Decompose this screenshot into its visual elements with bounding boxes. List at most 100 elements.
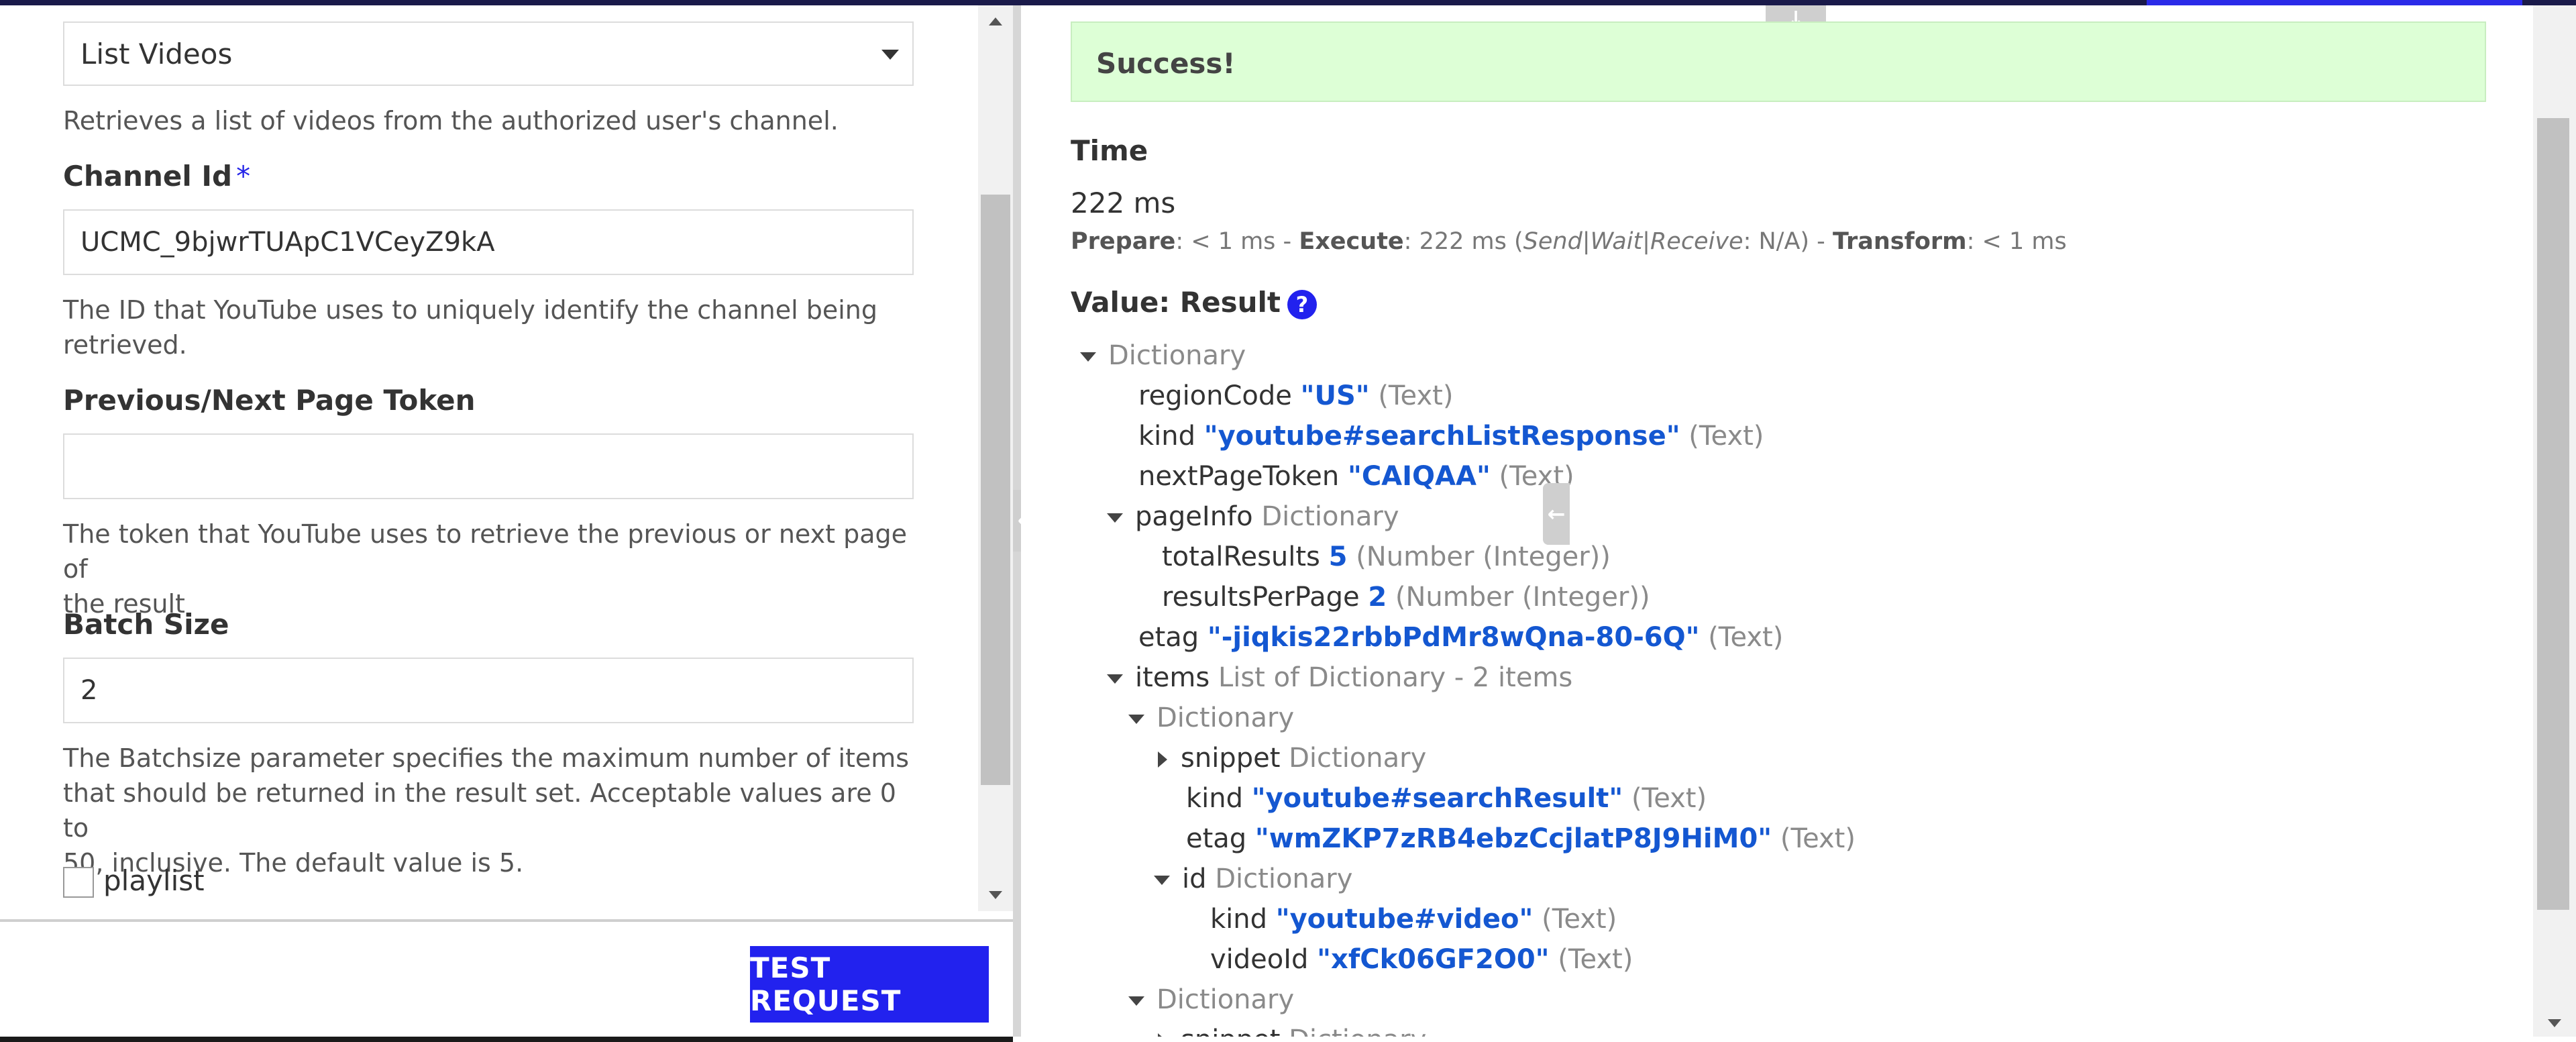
scroll-down-icon[interactable] [989,891,1002,899]
tree-row-item1-etag: etag "wmZKP7zRB4ebzCcjlatP8J9HiM0" (Text… [1186,821,1856,856]
value-result-label: Value: Result [1071,286,1281,319]
tree-row-items[interactable]: items List of Dictionary - 2 items [1107,660,1572,695]
time-label: Time [1071,134,1148,167]
tree-row-resultsperpage: resultsPerPage 2 (Number (Integer)) [1162,580,1650,615]
request-footer: TEST REQUEST [0,919,1013,1039]
tree-row-videoid: videoId "xfCk06GF2O0" (Text) [1210,942,1633,977]
tree-key: nextPageToken [1138,461,1340,492]
help-icon[interactable]: ? [1287,289,1317,319]
time-value: 222 ms [1071,187,1176,219]
execute-label: Execute [1299,228,1404,255]
batch-size-value: 2 [80,675,98,706]
scroll-down-icon[interactable] [2548,1019,2561,1027]
tree-key: etag [1138,622,1199,653]
prepare-label: Prepare [1071,228,1176,255]
operation-description: Retrieves a list of videos from the auth… [63,106,839,136]
tree-value: "wmZKP7zRB4ebzCcjlatP8J9HiM0" [1254,823,1772,854]
test-request-button[interactable]: TEST REQUEST [750,946,989,1023]
tree-row-pageinfo[interactable]: pageInfo Dictionary [1107,499,1399,534]
scroll-up-icon[interactable] [989,17,1002,25]
transform-label: Transform [1832,228,1967,255]
tree-key: kind [1186,783,1244,814]
channel-id-input[interactable]: UCMC_9bjwrTUApC1VCeyZ9kA [63,209,914,275]
tree-key: items [1135,662,1210,693]
tree-row-regioncode: regionCode "US" (Text) [1138,378,1453,413]
tree-type: List of Dictionary - 2 items [1218,662,1573,693]
page-token-input[interactable] [63,433,914,499]
tree-key: resultsPerPage [1162,582,1360,613]
tree-key: kind [1210,904,1268,935]
arrow-left-icon[interactable]: ← [1543,483,1570,545]
tree-type: Dictionary [1157,702,1295,733]
tree-row-item2[interactable]: Dictionary [1128,982,1294,1017]
channel-id-help-line1: The ID that YouTube uses to uniquely ide… [63,295,877,325]
tree-value: "-jiqkis22rbbPdMr8wQna-80-6Q" [1207,622,1700,653]
tree-row-totalresults: totalResults 5 (Number (Integer)) [1162,539,1611,574]
batch-size-help-line2: that should be returned in the result se… [63,778,896,843]
right-scrollbar[interactable] [2533,5,2576,1037]
caret-down-icon[interactable] [1107,513,1123,523]
tree-value: "US" [1300,380,1370,411]
operation-select[interactable]: List Videos [63,21,914,86]
channel-id-help: The ID that YouTube uses to uniquely ide… [63,293,914,362]
caret-down-icon[interactable] [1154,876,1170,885]
right-scrollbar-thumb[interactable] [2537,118,2569,910]
tree-key: pageInfo [1135,501,1253,532]
caret-right-icon[interactable] [1158,1033,1167,1037]
left-scrollbar[interactable] [978,5,1013,911]
top-accent-bar [0,0,2576,5]
request-config-panel: List Videos Retrieves a list of videos f… [0,5,1013,1042]
caret-down-icon[interactable] [1080,352,1096,362]
swr-value: : N/A) - [1743,228,1833,255]
caret-down-icon[interactable] [1128,715,1144,724]
required-asterisk: * [236,160,251,193]
tree-value: "youtube#searchResult" [1251,783,1623,814]
page-token-help-line1: The token that YouTube uses to retrieve … [63,519,907,584]
tree-root[interactable]: Dictionary [1080,338,1246,373]
success-text: Success! [1096,47,1236,80]
batch-size-label: Batch Size [63,608,229,641]
bottom-edge [0,1037,1013,1042]
tree-value: "CAIQAA" [1347,461,1491,492]
tree-type: (Text) [1708,622,1784,653]
tree-type: (Text) [1558,944,1633,975]
operation-select-value: List Videos [80,38,233,70]
tree-value: "youtube#video" [1275,904,1534,935]
caret-down-icon[interactable] [1128,996,1144,1006]
tree-value: "youtube#searchListResponse" [1203,421,1680,452]
tree-row-id[interactable]: id Dictionary [1154,862,1352,896]
tree-value: 2 [1368,582,1387,613]
tree-row-snippet[interactable]: snippet Dictionary [1158,741,1426,776]
channel-id-value: UCMC_9bjwrTUApC1VCeyZ9kA [80,227,495,258]
tree-type: Dictionary [1289,1025,1426,1037]
tree-key: kind [1138,421,1196,452]
tree-row-item1[interactable]: Dictionary [1128,700,1294,735]
tree-value: "xfCk06GF2O0" [1317,944,1550,975]
tree-row-nextpagetoken: nextPageToken "CAIQAA" (Text) [1138,459,1574,494]
tree-row-id-kind: kind "youtube#video" (Text) [1210,902,1617,937]
tree-row-kind: kind "youtube#searchListResponse" (Text) [1138,419,1764,454]
tree-type: Dictionary [1261,501,1399,532]
tree-row-item2-snippet[interactable]: snippet Dictionary [1158,1023,1426,1037]
playlist-label[interactable]: playlist [103,864,205,897]
batch-size-help-line1: The Batchsize parameter specifies the ma… [63,743,910,773]
chevron-down-icon [881,50,899,60]
channel-id-label: Channel Id * [63,160,250,193]
tree-root-type: Dictionary [1108,340,1246,371]
page-token-label: Previous/Next Page Token [63,384,476,417]
playlist-checkbox[interactable] [63,867,94,898]
prepare-value: : < 1 ms - [1175,228,1299,255]
tree-type: Dictionary [1157,984,1295,1015]
timing-breakdown: Prepare: < 1 ms - Execute: 222 ms (Send|… [1071,228,2067,255]
tree-key: regionCode [1138,380,1292,411]
send-wait-receive: Send|Wait|Receive [1523,228,1743,255]
left-scrollbar-thumb[interactable] [981,195,1010,785]
caret-right-icon[interactable] [1158,751,1167,768]
response-panel: ↓ Success! Time 222 ms Prepare: < 1 ms -… [1021,5,2576,1037]
caret-down-icon[interactable] [1107,674,1123,684]
tree-key: snippet [1181,1025,1280,1037]
tree-key: id [1182,864,1207,894]
batch-size-input[interactable]: 2 [63,658,914,723]
tree-key: etag [1186,823,1247,854]
tree-key: snippet [1181,743,1281,774]
